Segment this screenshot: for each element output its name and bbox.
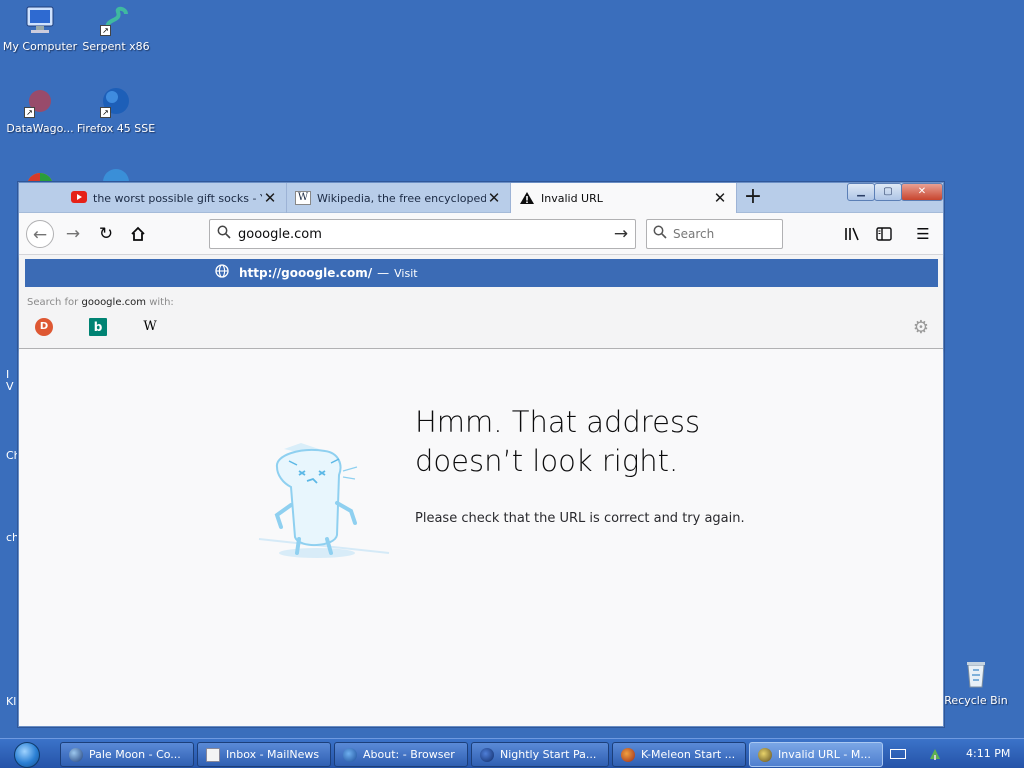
desktop-icon-firefox-45[interactable]: ↗ Firefox 45 SSE bbox=[76, 86, 156, 135]
desktop-icon-partial-2[interactable] bbox=[76, 166, 156, 182]
firefox-icon: ↗ bbox=[100, 86, 132, 118]
globe-icon bbox=[215, 264, 233, 282]
library-icon bbox=[845, 227, 859, 241]
wikipedia-icon: W bbox=[295, 191, 311, 205]
search-input[interactable] bbox=[673, 227, 773, 241]
browser-icon bbox=[343, 747, 357, 762]
search-term: gooogle.com bbox=[81, 297, 147, 308]
tab-strip: the worst possible gift socks - Y ✕ W Wi… bbox=[19, 183, 943, 213]
home-icon bbox=[131, 226, 145, 241]
suggestion-separator: — bbox=[377, 266, 390, 280]
search-icon bbox=[210, 225, 238, 243]
suggestion-action: Visit bbox=[394, 266, 418, 280]
desktop-icon-my-computer[interactable]: My Computer bbox=[0, 4, 80, 53]
mail-icon bbox=[206, 747, 220, 762]
shortcut-arrow-icon: ↗ bbox=[100, 107, 111, 118]
shortcut-arrow-icon: ↗ bbox=[100, 25, 111, 36]
taskbar-button-about-browser[interactable]: About: - Browser bbox=[334, 742, 468, 767]
taskbar-button-k-meleon[interactable]: K-Meleon Start ... bbox=[612, 742, 746, 767]
app-icon bbox=[24, 170, 56, 182]
duckduckgo-engine-button[interactable]: D bbox=[35, 318, 53, 336]
bing-icon: b bbox=[93, 320, 103, 334]
forward-button[interactable]: → bbox=[59, 220, 87, 248]
serpent-icon: ↗ bbox=[100, 4, 132, 36]
computer-icon bbox=[24, 4, 56, 36]
desktop-icon-recycle-bin[interactable]: Recycle Bin bbox=[936, 658, 1016, 707]
wikipedia-engine-button[interactable]: W bbox=[139, 316, 161, 338]
reload-icon: ↻ bbox=[98, 224, 114, 244]
youtube-icon bbox=[71, 191, 87, 205]
hamburger-menu-icon: ☰ bbox=[916, 225, 930, 243]
navigation-toolbar: ← → ↻ gooogle.com → ☰ bbox=[19, 213, 943, 255]
system-tray bbox=[890, 743, 964, 765]
duckduckgo-icon: D bbox=[39, 321, 49, 332]
keyboard-icon[interactable] bbox=[890, 749, 906, 759]
bing-engine-button[interactable]: b bbox=[89, 318, 107, 336]
error-title-line-1: Hmm. That address bbox=[415, 405, 701, 439]
start-button[interactable] bbox=[4, 740, 48, 768]
back-arrow-icon: ← bbox=[32, 225, 48, 245]
tab-title: the worst possible gift socks - Y bbox=[93, 191, 262, 205]
home-button[interactable] bbox=[124, 220, 152, 248]
forward-arrow-icon: → bbox=[65, 224, 81, 244]
wikipedia-icon: W bbox=[143, 319, 157, 334]
sidebar-icon bbox=[876, 227, 892, 241]
nightly-icon bbox=[480, 747, 494, 762]
warning-icon bbox=[519, 191, 535, 205]
network-icon[interactable] bbox=[928, 747, 942, 761]
url-suggestion-row[interactable]: http://gooogle.com/ — Visit bbox=[25, 259, 938, 287]
suggestion-url: http://gooogle.com/ bbox=[239, 266, 373, 280]
taskbar-button-mailnews[interactable]: Inbox - MailNews bbox=[197, 742, 331, 767]
close-tab-icon[interactable]: ✕ bbox=[262, 189, 278, 207]
taskbar-button-invalid-url[interactable]: Invalid URL - M... bbox=[749, 742, 883, 767]
desktop-icon-serpent[interactable]: ↗ Serpent x86 bbox=[76, 4, 156, 53]
address-bar[interactable]: gooogle.com → bbox=[209, 219, 636, 249]
close-tab-icon[interactable]: ✕ bbox=[486, 189, 502, 207]
error-title: Hmm. That address doesn’t look right. bbox=[415, 403, 835, 481]
address-input[interactable]: gooogle.com bbox=[238, 227, 607, 242]
minimize-button[interactable]: ▁ bbox=[847, 183, 875, 201]
error-title-line-2: doesn’t look right. bbox=[415, 444, 679, 478]
reload-button[interactable]: ↻ bbox=[92, 220, 120, 248]
close-tab-icon[interactable]: ✕ bbox=[712, 189, 728, 207]
tab-title: Invalid URL bbox=[541, 191, 603, 205]
desktop-icon-datawago[interactable]: ↗ DataWago... bbox=[0, 86, 80, 135]
shortcut-arrow-icon: ↗ bbox=[24, 107, 35, 118]
taskbar: Pale Moon - Co... Inbox - MailNews About… bbox=[0, 738, 1024, 768]
tab-title: Wikipedia, the free encyclopedi bbox=[317, 191, 486, 205]
new-tab-button[interactable]: + bbox=[739, 184, 767, 212]
menu-button[interactable]: ☰ bbox=[910, 221, 936, 247]
library-button[interactable] bbox=[839, 221, 865, 247]
browser-icon bbox=[758, 747, 772, 762]
datawago-icon: ↗ bbox=[24, 86, 56, 118]
tab-wikipedia[interactable]: W Wikipedia, the free encyclopedi ✕ bbox=[287, 183, 511, 213]
back-button[interactable]: ← bbox=[26, 220, 54, 248]
taskbar-button-nightly[interactable]: Nightly Start Pa... bbox=[471, 742, 609, 767]
globe-icon bbox=[100, 166, 132, 182]
taskbar-button-pale-moon[interactable]: Pale Moon - Co... bbox=[60, 742, 194, 767]
pale-moon-icon bbox=[69, 747, 83, 762]
url-suggestions-popup: http://gooogle.com/ — Visit Search for g… bbox=[19, 255, 943, 349]
search-with-label: Search for gooogle.com with: bbox=[27, 297, 174, 308]
clock[interactable]: 4:11 PM bbox=[966, 747, 1010, 760]
search-settings-gear-icon[interactable]: ⚙ bbox=[913, 317, 929, 338]
search-icon bbox=[647, 225, 673, 243]
desktop-label-fragment: Kl bbox=[6, 695, 17, 708]
browser-window: the worst possible gift socks - Y ✕ W Wi… bbox=[18, 182, 944, 727]
error-mascot-illustration bbox=[258, 443, 390, 558]
recycle-bin-icon bbox=[960, 658, 992, 690]
tab-youtube[interactable]: the worst possible gift socks - Y ✕ bbox=[63, 183, 287, 213]
tab-invalid-url[interactable]: Invalid URL ✕ bbox=[511, 183, 737, 213]
windows-logo-icon bbox=[14, 742, 40, 768]
desktop-icon-partial-1[interactable] bbox=[0, 170, 80, 182]
go-arrow-icon[interactable]: → bbox=[607, 224, 635, 244]
sidebar-button[interactable] bbox=[871, 221, 897, 247]
desktop-label-fragment: V bbox=[6, 380, 14, 393]
error-description: Please check that the URL is correct and… bbox=[415, 511, 745, 526]
window-close-button[interactable]: ✕ bbox=[901, 183, 943, 201]
maximize-button[interactable]: ▢ bbox=[874, 183, 902, 201]
k-meleon-icon bbox=[621, 747, 635, 762]
search-bar[interactable] bbox=[646, 219, 783, 249]
